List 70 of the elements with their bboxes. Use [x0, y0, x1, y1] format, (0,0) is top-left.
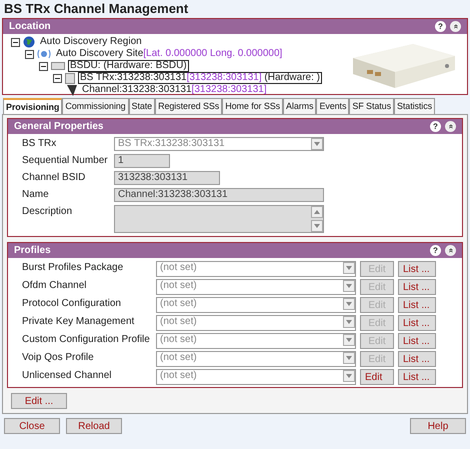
select-field[interactable]: (not set): [156, 297, 356, 313]
help-icon[interactable]: ?: [430, 245, 441, 256]
globe-icon: [23, 36, 35, 48]
field-label: Name: [22, 188, 50, 200]
tab[interactable]: Events: [316, 98, 350, 114]
field-label: Protocol Configuration: [22, 297, 122, 309]
scroll-down-icon: [311, 220, 323, 232]
field-label: Voip Qos Profile: [22, 351, 95, 363]
antenna-icon: [67, 84, 77, 96]
tab[interactable]: Registered SSs: [155, 98, 222, 114]
field-label: Custom Configuration Profile: [22, 333, 151, 345]
collapse-node-icon[interactable]: [53, 74, 62, 82]
panel-title: General Properties: [14, 121, 104, 132]
list-button[interactable]: List ...: [398, 369, 436, 385]
field-label: Sequential Number: [22, 154, 109, 166]
list-button[interactable]: List ...: [398, 333, 436, 349]
select-field[interactable]: BS TRx:313238:303131: [114, 137, 324, 151]
tab[interactable]: Alarms: [283, 98, 316, 114]
tab[interactable]: SF Status: [349, 98, 394, 114]
select-field[interactable]: (not set): [156, 279, 356, 295]
input-field[interactable]: Channel:313238:303131: [114, 188, 324, 202]
field-label: Channel BSID: [22, 171, 86, 183]
help-icon[interactable]: ?: [430, 121, 441, 132]
edit-button[interactable]: Edit ...: [11, 393, 67, 409]
field-label: Unlicensed Channel: [22, 369, 113, 381]
tree-item[interactable]: Auto Discovery Site[Lat. 0.000000 Long. 0.000000]: [54, 48, 284, 60]
field-label: Description: [22, 205, 74, 217]
field-label: Burst Profiles Package: [22, 261, 124, 273]
list-button[interactable]: List ...: [398, 351, 436, 367]
field-label: Ofdm Channel: [22, 279, 88, 291]
edit-button[interactable]: Edit: [360, 369, 394, 385]
input-field[interactable]: 1: [114, 154, 170, 168]
help-icon[interactable]: ?: [435, 21, 446, 32]
select-field[interactable]: (not set): [156, 333, 356, 349]
field-label: Private Key Management: [22, 315, 136, 327]
select-field[interactable]: (not set): [156, 261, 356, 277]
tab[interactable]: State: [128, 98, 156, 114]
footer-button[interactable]: Reload: [66, 418, 122, 434]
tree-item[interactable]: Channel:313238:303131[313238:303131]: [80, 84, 269, 96]
select-field[interactable]: (not set): [156, 315, 356, 331]
tab[interactable]: Statistics: [394, 98, 435, 114]
select-field[interactable]: (not set): [156, 369, 356, 385]
collapse-icon[interactable]: »: [445, 245, 456, 256]
collapse-node-icon[interactable]: [39, 62, 48, 70]
select-field[interactable]: (not set): [156, 351, 356, 367]
field-label: BS TRx: [22, 137, 58, 149]
tree-item[interactable]: BSDU: (Hardware: BSDU): [68, 60, 189, 72]
list-button[interactable]: List ...: [398, 279, 436, 295]
scroll-up-icon: [311, 206, 323, 218]
network-icon: [37, 48, 51, 60]
window-title: BS TRx Channel Management: [3, 0, 190, 18]
list-button[interactable]: List ...: [398, 297, 436, 313]
footer-button[interactable]: Close: [4, 418, 60, 434]
list-button[interactable]: List ...: [398, 315, 436, 331]
collapse-icon[interactable]: »: [450, 21, 461, 32]
tree-item[interactable]: Auto Discovery Region: [38, 36, 144, 48]
tab[interactable]: Commissioning: [62, 98, 129, 114]
device-icon: [65, 72, 75, 84]
list-button[interactable]: List ...: [398, 261, 436, 277]
input-field[interactable]: 313238:303131: [114, 171, 220, 185]
device-icon: [51, 61, 65, 71]
panel-title: Location: [9, 21, 51, 32]
collapse-node-icon[interactable]: [11, 38, 20, 46]
collapse-node-icon[interactable]: [25, 50, 34, 58]
tree-item[interactable]: BS TRx:313238:303131[313238:303131] (Hardware: ): [78, 72, 322, 84]
panel-title: Profiles: [14, 245, 51, 256]
help-button[interactable]: Help: [410, 418, 466, 434]
collapse-icon[interactable]: »: [445, 121, 456, 132]
tab[interactable]: Home for SSs: [222, 98, 284, 114]
tab[interactable]: Provisioning: [3, 98, 62, 114]
